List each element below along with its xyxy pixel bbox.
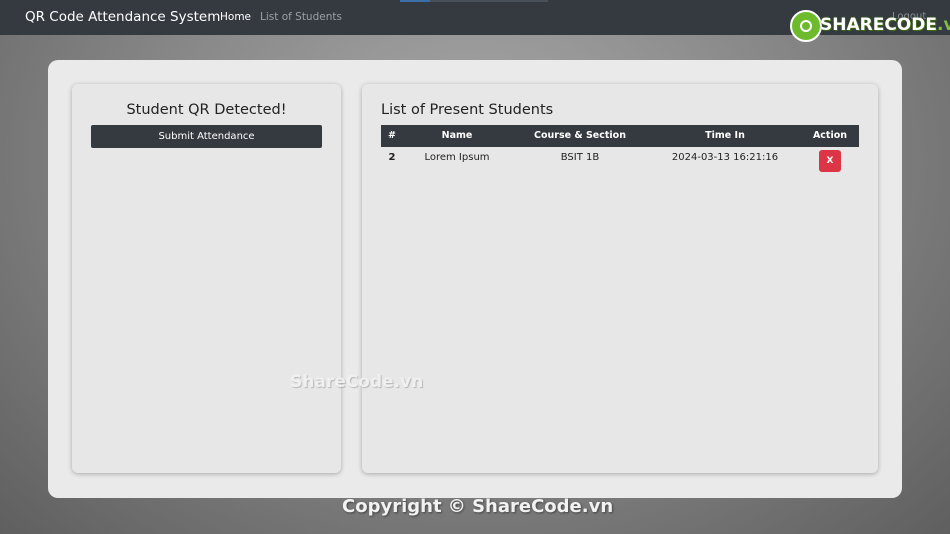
sharecode-logo-text: SHARECODE.vn [820, 15, 950, 35]
column-header-action: Action [812, 130, 848, 141]
nav-link-list-of-students[interactable]: List of Students [260, 11, 342, 23]
nav-link-home[interactable]: Home [220, 11, 251, 23]
sharecode-logo-icon [790, 10, 822, 42]
watermark-footer: Copyright © ShareCode.vn [342, 496, 614, 517]
submit-attendance-button[interactable]: Submit Attendance [91, 125, 322, 148]
present-students-title: List of Present Students [381, 102, 554, 118]
row-course-section: BSIT 1B [560, 152, 600, 163]
row-time-in: 2024-03-13 16:21:16 [671, 152, 779, 163]
row-number: 2 [388, 152, 396, 163]
nav-accent-highlight [400, 0, 430, 2]
column-header-course-section: Course & Section [534, 130, 626, 141]
qr-detected-title: Student QR Detected! [126, 102, 287, 118]
column-header-name: Name [441, 130, 473, 141]
present-students-card: List of Present Students # Name Course &… [362, 84, 878, 473]
navbar-brand[interactable]: QR Code Attendance System [25, 9, 220, 25]
students-table: # Name Course & Section Time In Action 2… [381, 125, 859, 173]
column-header-time-in: Time In [705, 130, 745, 141]
logo-text-suffix: .vn [936, 15, 950, 35]
logo-text-main: SHARECODE [820, 15, 937, 35]
delete-attendance-button[interactable]: X [819, 150, 841, 172]
table-header: # Name Course & Section Time In Action [381, 125, 859, 147]
column-header-number: # [388, 130, 396, 141]
watermark-middle: ShareCode.vn [290, 372, 424, 392]
qr-scanner-card: Student QR Detected! Submit Attendance [72, 84, 341, 473]
table-row: 2 Lorem Ipsum BSIT 1B 2024-03-13 16:21:1… [381, 147, 859, 173]
row-name: Lorem Ipsum [424, 152, 490, 163]
